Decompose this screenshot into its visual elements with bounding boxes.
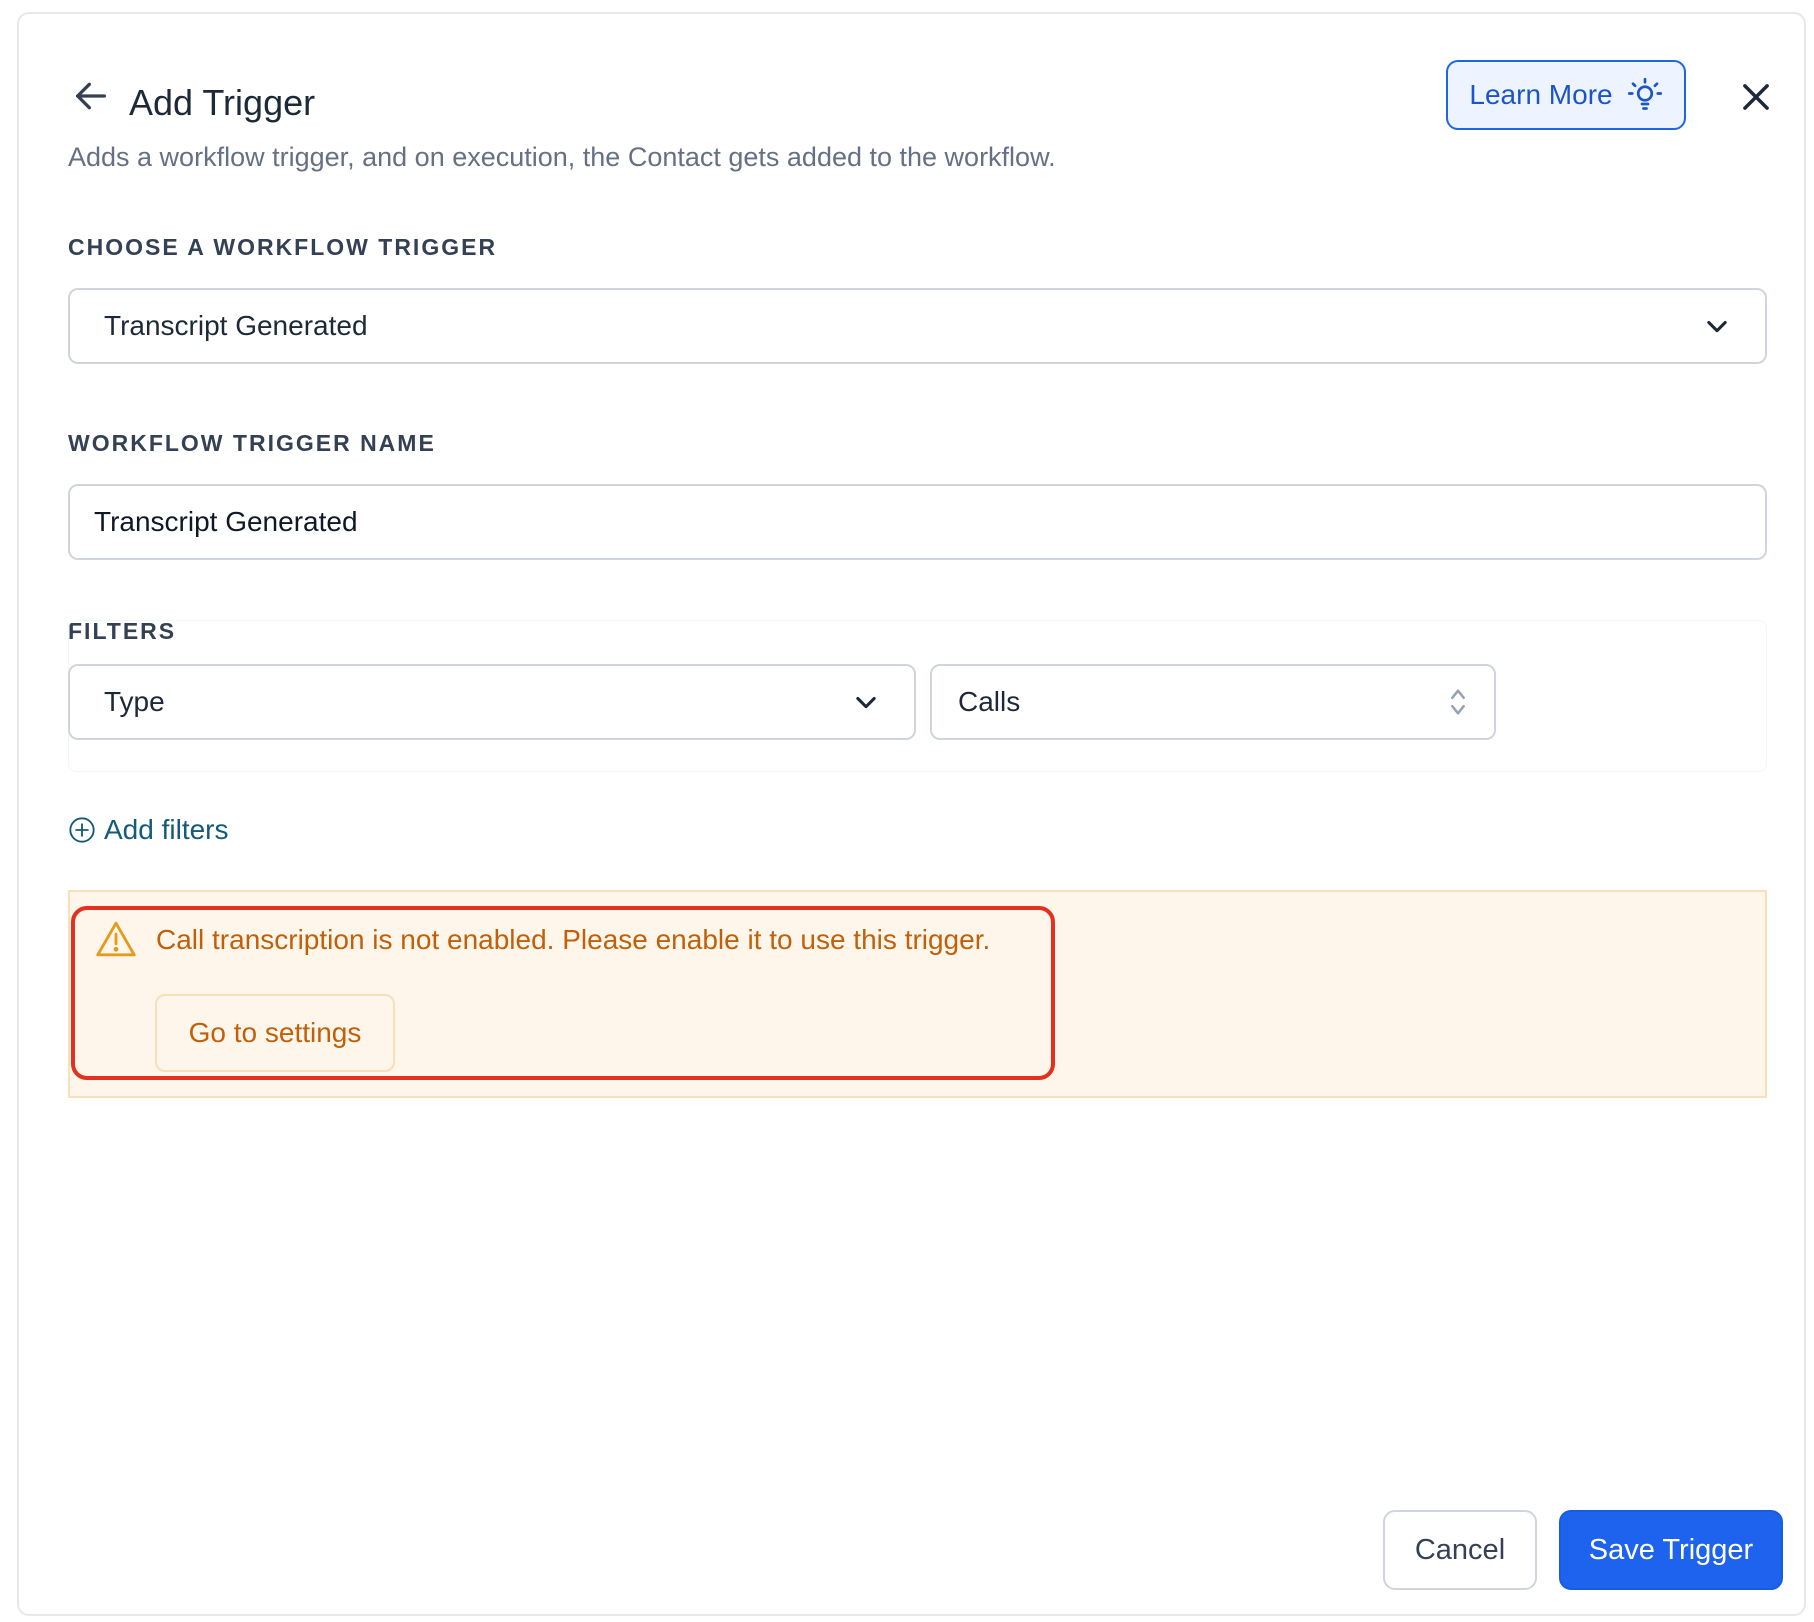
add-filters-label: Add filters — [104, 814, 229, 845]
filter-field-select[interactable]: Type — [68, 664, 916, 740]
add-trigger-panel: Add Trigger Learn More Adds a workflow t… — [17, 12, 1806, 1616]
trigger-name-input[interactable] — [68, 484, 1767, 560]
add-filters-link[interactable]: Add filters — [68, 814, 229, 846]
trigger-select-label: CHOOSE A WORKFLOW TRIGGER — [68, 234, 498, 260]
back-arrow-icon[interactable] — [71, 76, 111, 116]
page-subtitle: Adds a workflow trigger, and on executio… — [68, 142, 1056, 172]
workflow-trigger-value: Transcript Generated — [104, 310, 368, 341]
warning-message: Call transcription is not enabled. Pleas… — [156, 924, 991, 955]
learn-more-button[interactable]: Learn More — [1446, 60, 1686, 130]
page-title: Add Trigger — [129, 82, 316, 123]
lightbulb-icon — [1627, 77, 1662, 110]
trigger-name-label: WORKFLOW TRIGGER NAME — [68, 430, 436, 456]
warning-triangle-icon — [96, 921, 136, 957]
close-icon[interactable] — [1737, 78, 1775, 116]
plus-circle-icon — [69, 817, 95, 843]
learn-more-label: Learn More — [1469, 79, 1613, 110]
chevron-down-icon — [856, 696, 876, 709]
filter-value: Calls — [958, 686, 1021, 717]
workflow-trigger-select[interactable]: Transcript Generated — [68, 288, 1767, 364]
go-to-settings-button[interactable]: Go to settings — [155, 994, 395, 1072]
chevron-up-down-icon — [1451, 689, 1465, 715]
filter-field-value: Type — [104, 686, 165, 717]
filter-value-select[interactable]: Calls — [930, 664, 1496, 740]
chevron-down-icon — [1707, 320, 1727, 333]
cancel-button[interactable]: Cancel — [1383, 1510, 1537, 1590]
save-trigger-button[interactable]: Save Trigger — [1559, 1510, 1783, 1590]
